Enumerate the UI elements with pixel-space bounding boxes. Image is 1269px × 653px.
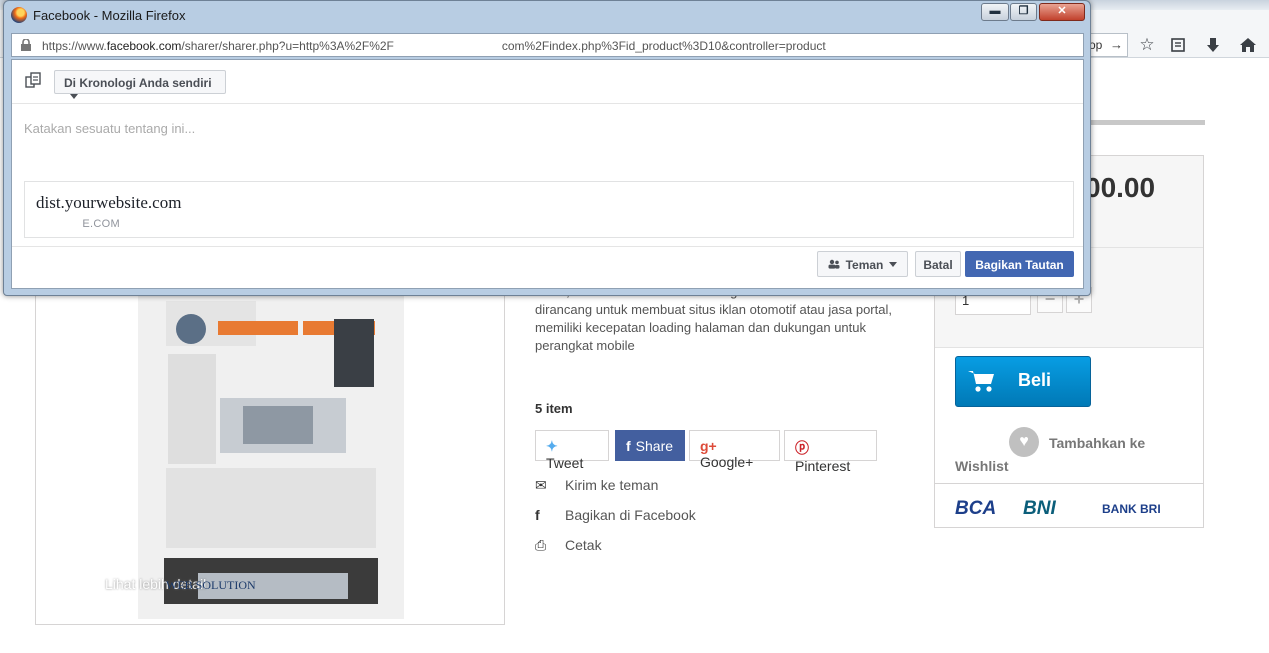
screen: op → ☆ Lihat lebih detail WEB SOLUTION d…: [0, 0, 1269, 653]
close-button[interactable]: ✕: [1039, 3, 1085, 21]
restore-button[interactable]: ❐: [1010, 3, 1037, 21]
bank-logos: BCA BNI BANK BRI: [935, 483, 1203, 527]
google-plus-icon: g+: [700, 438, 717, 454]
link-domain: xxxxxxxxE.COM: [36, 218, 120, 230]
google-plus-button[interactable]: g+Google+: [689, 430, 780, 470]
watermark-logo: WEB SOLUTION: [166, 578, 256, 592]
twitter-icon: ✦: [546, 438, 558, 454]
redacted-block: xxxxxxxxxxxxxxxxxx: [393, 39, 502, 53]
cart-icon: [968, 371, 994, 392]
composer-input[interactable]: Katakan sesuatu tentang ini...: [24, 121, 195, 136]
lock-icon: [21, 39, 31, 51]
home-icon[interactable]: [1237, 34, 1259, 56]
address-bar[interactable]: https://www.facebook.com/sharer/sharer.p…: [11, 33, 1084, 57]
share-target-label: Di Kronologi Anda sendiri: [64, 76, 212, 90]
url-prefix: https://www.: [42, 39, 107, 53]
tweet-label: Tweet: [546, 455, 584, 471]
background-url-text: op: [1089, 38, 1103, 52]
link-preview-card[interactable]: dist.yourwebsite.com xxxxxxxxE.COM: [24, 181, 1074, 238]
go-arrow-icon[interactable]: →: [1110, 37, 1123, 52]
divider: [12, 246, 1083, 247]
bca-logo: BCA: [955, 498, 997, 519]
chevron-down-icon: [70, 94, 78, 99]
product-price: 00.00: [1085, 172, 1156, 203]
redacted-block: xxxxxxxx: [36, 218, 83, 230]
send-friend-label: Kirim ke teman: [565, 477, 659, 493]
download-icon[interactable]: [1202, 34, 1224, 56]
pinterest-button[interactable]: ⓟ Pinterest: [784, 430, 877, 474]
wishlist-link[interactable]: Tambahkan ke: [1049, 435, 1145, 451]
google-label: Google+: [700, 454, 754, 470]
bni-logo: BNI: [1023, 498, 1056, 519]
cancel-button[interactable]: Batal: [915, 251, 961, 277]
divider: [12, 103, 1083, 104]
heart-icon[interactable]: ♥: [1009, 427, 1039, 457]
envelope-icon: ✉: [535, 477, 547, 493]
product-image-frame[interactable]: Lihat lebih detail WEB SOLUTION: [35, 285, 505, 625]
reading-list-icon[interactable]: [1167, 34, 1189, 56]
post-to-icon: [25, 72, 41, 88]
share-dialog: Di Kronologi Anda sendiri Katakan sesuat…: [11, 59, 1084, 289]
items-count: 5 item: [535, 401, 573, 416]
chevron-down-icon: [889, 262, 898, 267]
link-title: dist.yourwebsite.com: [36, 193, 182, 212]
wishlist-link-2[interactable]: Wishlist: [955, 458, 1009, 474]
divider: [1084, 120, 1205, 125]
firefox-logo-icon: [11, 7, 27, 23]
link-domain-text: E.COM: [82, 218, 120, 230]
title-bar[interactable]: Facebook - Mozilla Firefox ▬ ❐ ✕: [4, 1, 1090, 31]
url-path-b: com%2Findex.php%3Fid_product%3D10&contro…: [501, 39, 826, 53]
print-link[interactable]: ⎙ Cetak: [535, 537, 602, 554]
facebook-share-button[interactable]: f Share: [615, 430, 685, 461]
buy-button[interactable]: Beli: [955, 356, 1091, 407]
facebook-share-popup-window: Facebook - Mozilla Firefox ▬ ❐ ✕ https:/…: [3, 0, 1091, 296]
bookmark-star-icon[interactable]: ☆: [1136, 34, 1158, 56]
audience-selector[interactable]: Teman: [817, 251, 908, 277]
minimize-button[interactable]: ▬: [981, 3, 1009, 21]
window-title: Facebook - Mozilla Firefox: [33, 8, 186, 23]
audience-label: Teman: [845, 258, 884, 272]
share-on-facebook-link[interactable]: f Bagikan di Facebook: [535, 507, 696, 523]
url-text: https://www.facebook.com/sharer/sharer.p…: [42, 39, 826, 53]
printer-icon: ⎙: [535, 537, 547, 553]
pinterest-label: Pinterest: [795, 458, 851, 474]
share-facebook-label: Bagikan di Facebook: [565, 507, 696, 523]
print-label: Cetak: [565, 537, 602, 553]
share-label: Share: [635, 438, 674, 454]
send-to-friend-link[interactable]: ✉ Kirim ke teman: [535, 477, 658, 494]
share-target-dropdown[interactable]: Di Kronologi Anda sendiri: [54, 70, 226, 99]
url-domain: facebook.com: [106, 39, 182, 53]
tweet-button[interactable]: ✦Tweet: [535, 430, 609, 471]
facebook-icon: f: [626, 438, 631, 454]
pinterest-icon: ⓟ: [795, 440, 809, 456]
friends-icon: [828, 259, 840, 269]
url-path-a: /sharer/sharer.php?u=http%3A%2F%2F: [181, 39, 394, 53]
share-link-button[interactable]: Bagikan Tautan: [965, 251, 1074, 277]
product-thumbnail: [138, 286, 404, 619]
buy-label: Beli: [1018, 370, 1052, 390]
bri-logo: BANK BRI: [1102, 502, 1161, 516]
facebook-icon: f: [535, 507, 540, 523]
